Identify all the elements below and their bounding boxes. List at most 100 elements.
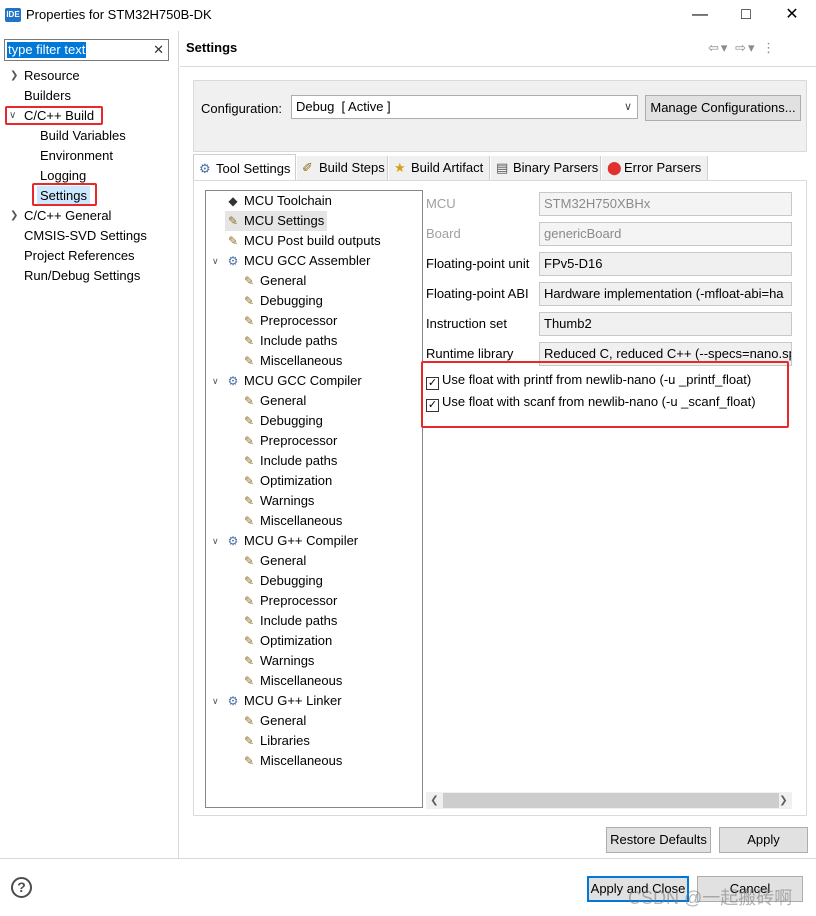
tree-label: MCU Toolchain (244, 193, 332, 208)
restore-defaults-button[interactable]: Restore Defaults (606, 827, 711, 853)
tree-label: MCU GCC Compiler (244, 373, 362, 388)
scroll-right-icon[interactable]: ❯ (775, 792, 792, 809)
configuration-select[interactable]: Debug [ Active ] ∨ (291, 95, 638, 119)
expand-collapsed-icon[interactable]: ❯ (10, 206, 18, 226)
tab-label: Error Parsers (624, 160, 702, 175)
expand-expanded-icon[interactable]: ∨ (212, 371, 219, 391)
tab-label: Binary Parsers (513, 160, 599, 175)
tree-item-preprocessor[interactable]: ✎ Preprocessor (241, 431, 337, 451)
tree-item-miscellaneous[interactable]: ✎ Miscellaneous (241, 751, 342, 771)
tab-label: Build Steps (319, 160, 385, 175)
chevron-down-icon[interactable]: ▾ (748, 40, 757, 55)
tree-item-include-paths[interactable]: ✎ Include paths (241, 331, 337, 351)
scroll-left-icon[interactable]: ❮ (426, 792, 443, 809)
chevron-down-icon[interactable]: ▾ (721, 40, 730, 55)
tree-item-mcu-settings[interactable]: ✎ MCU Settings (225, 211, 328, 231)
settings-icon: ✎ (243, 514, 255, 528)
tab-label: Tool Settings (216, 161, 291, 176)
sidebar-item-resource[interactable]: Resource (24, 66, 80, 86)
close-button[interactable]: ✕ (769, 0, 815, 31)
binary-icon: ▤ (496, 160, 509, 175)
tab-binary-parsers[interactable]: ▤ Binary Parsers (491, 156, 601, 180)
tree-item-mcu-toolchain[interactable]: ◆ MCU Toolchain (225, 191, 332, 211)
tree-label: Optimization (260, 633, 333, 648)
tree-item-mcu-gcc-compiler[interactable]: ⚙ MCU GCC Compiler (225, 371, 362, 391)
gear-icon: ⚙ (227, 534, 239, 548)
sidebar-item-run-debug-settings[interactable]: Run/Debug Settings (24, 266, 140, 286)
tree-item-miscellaneous[interactable]: ✎ Miscellaneous (241, 511, 342, 531)
apply-button[interactable]: Apply (719, 827, 808, 853)
tree-item-optimization[interactable]: ✎ Optimization (241, 471, 332, 491)
tree-label: Debugging (260, 413, 323, 428)
settings-icon: ✎ (243, 414, 255, 428)
minimize-button[interactable]: — (677, 0, 723, 31)
sidebar-item-builders[interactable]: Builders (24, 86, 71, 106)
tree-item-warnings[interactable]: ✎ Warnings (241, 491, 314, 511)
tree-item-miscellaneous[interactable]: ✎ Miscellaneous (241, 671, 342, 691)
tree-item-miscellaneous[interactable]: ✎ Miscellaneous (241, 351, 342, 371)
tree-item-preprocessor[interactable]: ✎ Preprocessor (241, 311, 337, 331)
tree-label: Include paths (260, 613, 338, 628)
settings-icon: ✎ (243, 574, 255, 588)
floating-point-unit-select[interactable]: FPv5-D16 (539, 252, 792, 276)
filter-input[interactable]: type filter text ✕ (4, 39, 169, 61)
sidebar-item-environment[interactable]: Environment (40, 146, 113, 166)
scrollbar-thumb[interactable] (443, 793, 779, 808)
settings-icon: ✎ (243, 614, 255, 628)
tree-item-preprocessor[interactable]: ✎ Preprocessor (241, 591, 337, 611)
tab-tool-settings[interactable]: ⚙ Tool Settings (193, 154, 296, 180)
maximize-button[interactable]: □ (723, 0, 769, 31)
tree-item-libraries[interactable]: ✎ Libraries (241, 731, 310, 751)
sidebar-item-build-variables[interactable]: Build Variables (40, 126, 126, 146)
clear-filter-icon[interactable]: ✕ (153, 41, 164, 59)
floating-point-abi-select[interactable]: Hardware implementation (-mfloat-abi=ha (539, 282, 792, 306)
settings-icon: ✎ (227, 214, 239, 228)
tab-build-artifact[interactable]: ★ Build Artifact (389, 156, 490, 180)
horizontal-scrollbar[interactable]: ❮ ❯ (426, 792, 792, 809)
tree-label: General (260, 553, 307, 568)
instruction-set-select[interactable]: Thumb2 (539, 312, 792, 336)
tree-item-general[interactable]: ✎ General (241, 551, 306, 571)
expand-expanded-icon[interactable]: ∨ (212, 691, 219, 711)
tree-label: Miscellaneous (260, 353, 343, 368)
sidebar-item-cmsis-svd-settings[interactable]: CMSIS-SVD Settings (24, 226, 147, 246)
tree-item-include-paths[interactable]: ✎ Include paths (241, 451, 337, 471)
tree-item-general[interactable]: ✎ General (241, 271, 306, 291)
expand-collapsed-icon[interactable]: ❯ (10, 66, 18, 86)
expand-expanded-icon[interactable]: ∨ (212, 531, 219, 551)
watermark: CSDN @一起搬砖啊 (628, 888, 793, 908)
tree-label: Warnings (260, 653, 315, 668)
tree-label: Debugging (260, 293, 323, 308)
expand-expanded-icon[interactable]: ∨ (212, 251, 219, 271)
back-arrow-icon[interactable]: ⇦ (708, 40, 721, 55)
tree-item-general[interactable]: ✎ General (241, 391, 306, 411)
tree-item-mcu-post-build-outputs[interactable]: ✎ MCU Post build outputs (225, 231, 381, 251)
tree-item-mcu-gpp-compiler[interactable]: ⚙ MCU G++ Compiler (225, 531, 359, 551)
navigation-icons: ⇦▾ ⇨▾ ⋮ (708, 40, 777, 56)
tree-label: Libraries (260, 733, 310, 748)
tree-item-general[interactable]: ✎ General (241, 711, 306, 731)
tree-item-debugging[interactable]: ✎ Debugging (241, 571, 323, 591)
tree-label: Preprocessor (260, 593, 338, 608)
manage-configurations-button[interactable]: Manage Configurations... (645, 95, 801, 121)
tree-label: MCU Post build outputs (244, 233, 381, 248)
forward-arrow-icon[interactable]: ⇨ (735, 40, 748, 55)
tree-item-mcu-gpp-linker[interactable]: ⚙ MCU G++ Linker (225, 691, 342, 711)
steps-icon: ✐ (302, 160, 313, 175)
sidebar-item-project-references[interactable]: Project References (24, 246, 135, 266)
error-icon: ⬤ (607, 160, 622, 175)
menu-icon[interactable]: ⋮ (762, 40, 777, 55)
tree-item-debugging[interactable]: ✎ Debugging (241, 411, 323, 431)
tree-item-mcu-gcc-assembler[interactable]: ⚙ MCU GCC Assembler (225, 251, 371, 271)
tree-item-include-paths[interactable]: ✎ Include paths (241, 611, 337, 631)
tree-item-warnings[interactable]: ✎ Warnings (241, 651, 314, 671)
highlight-box-float-options (421, 361, 789, 428)
tab-build-steps[interactable]: ✐ Build Steps (297, 156, 388, 180)
tab-error-parsers[interactable]: ⬤ Error Parsers (602, 156, 708, 180)
configuration-value: Debug [ Active ] (296, 99, 391, 114)
help-icon[interactable]: ? (11, 877, 32, 898)
tree-item-optimization[interactable]: ✎ Optimization (241, 631, 332, 651)
sidebar-item-c-cpp-general[interactable]: C/C++ General (24, 206, 111, 226)
tree-item-debugging[interactable]: ✎ Debugging (241, 291, 323, 311)
tree-label: Preprocessor (260, 313, 338, 328)
